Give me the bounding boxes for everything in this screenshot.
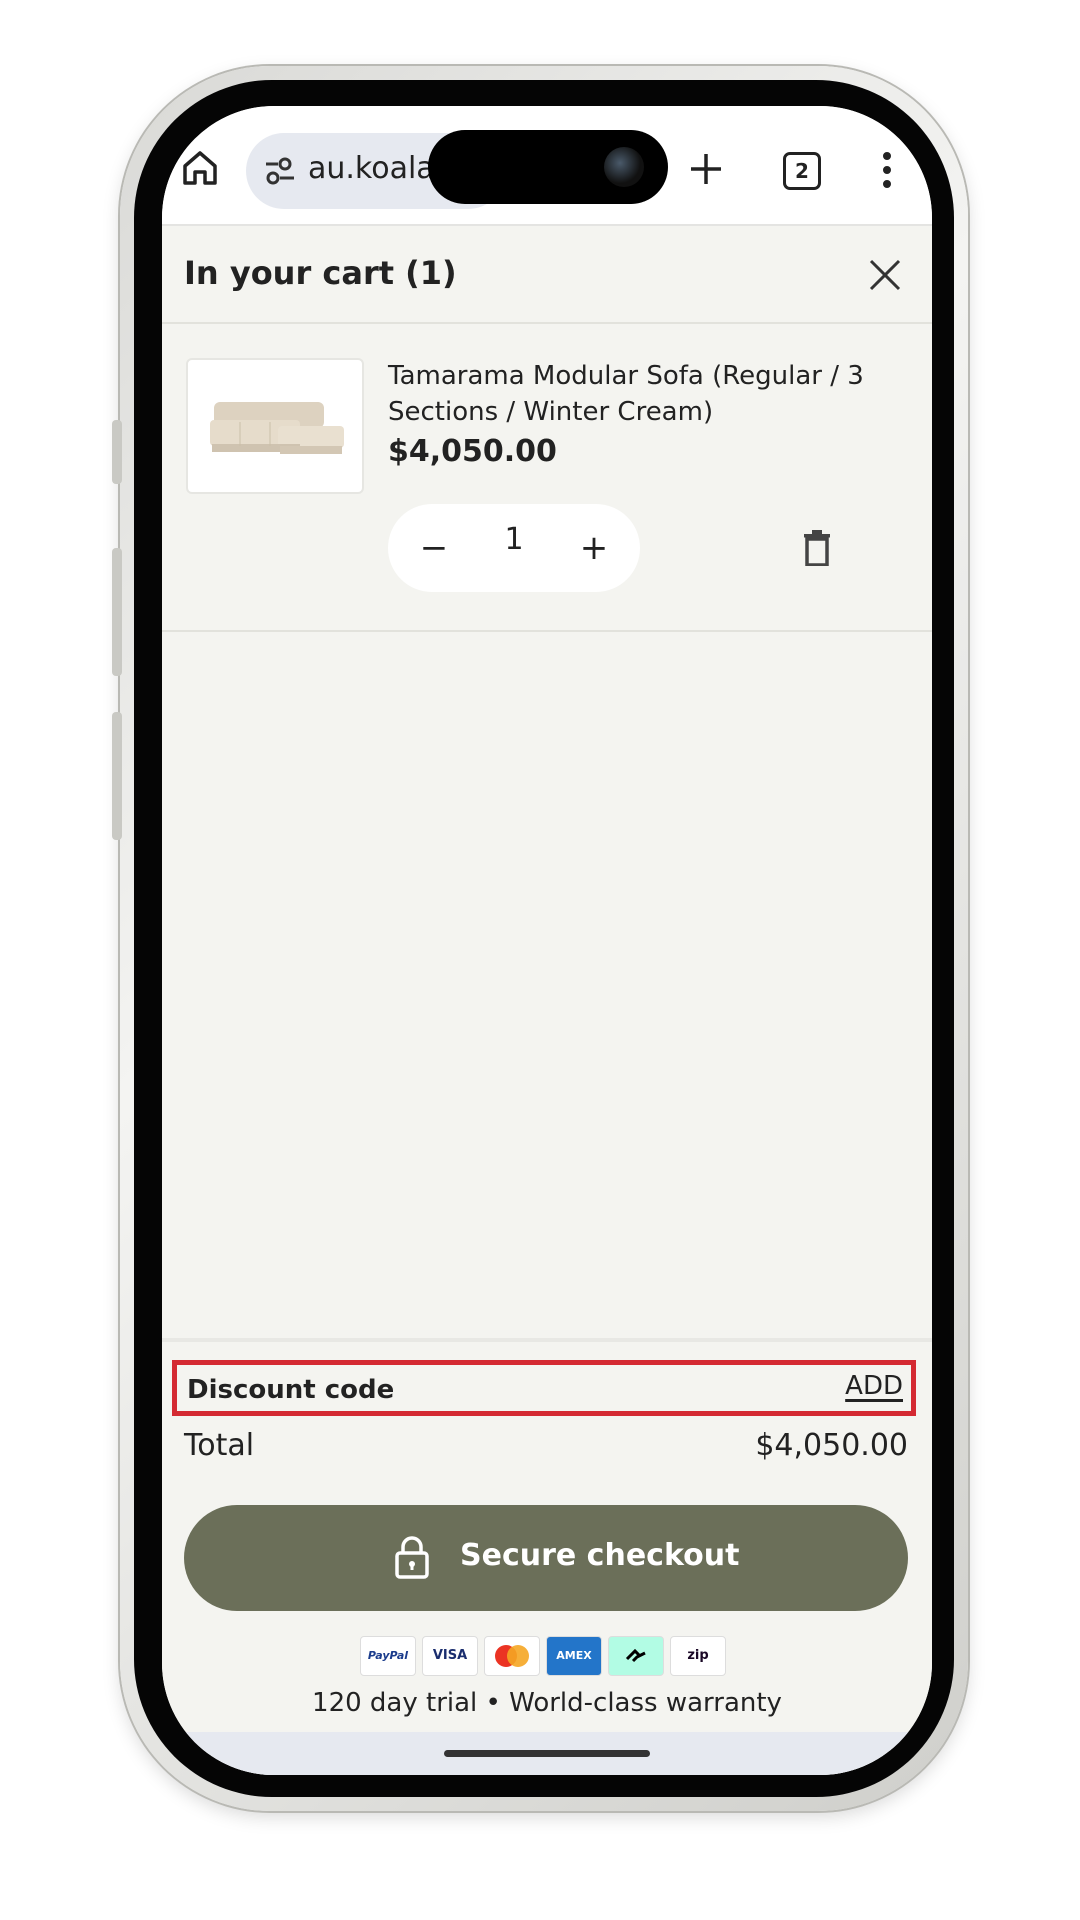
discount-code-label: Discount code [187,1375,395,1405]
product-name[interactable]: Tamarama Modular Sofa (Regular / 3 Secti… [388,358,888,430]
trial-warranty-text: 120 day trial • World-class warranty [312,1688,782,1718]
close-icon[interactable] [868,258,902,292]
site-settings-icon[interactable] [264,155,296,187]
mastercard-icon [484,1636,540,1676]
decrease-quantity-button[interactable]: − [412,526,456,570]
cart-header: In your cart (1) [162,226,932,324]
total-label: Total [184,1428,255,1463]
paypal-icon: PayPal [360,1636,416,1676]
product-image[interactable] [186,358,364,494]
secure-checkout-button[interactable]: Secure checkout [184,1505,908,1611]
amex-icon: AMEX [546,1636,602,1676]
afterpay-icon [608,1636,664,1676]
cart-footer: Discount code ADD Total $4,050.00 Secure… [162,1338,932,1775]
sofa-image [210,402,344,454]
total-value: $4,050.00 [755,1428,908,1463]
product-price: $4,050.00 [388,434,557,469]
checkout-label: Secure checkout [460,1538,740,1573]
phone-action-button [112,420,122,484]
trash-icon[interactable] [802,530,832,566]
more-vert-icon[interactable] [880,150,894,190]
dynamic-island [428,130,668,204]
quantity-value: 1 [504,522,524,557]
url-text: au.koala. [308,151,445,186]
tabs-icon[interactable]: 2 [783,152,821,190]
discount-code-row[interactable]: Discount code ADD [172,1360,916,1416]
home-indicator[interactable] [444,1750,650,1757]
visa-icon: VISA [422,1636,478,1676]
phone-screen: au.koala. 2 In your cart (1) Tamarama Mo… [162,106,932,1775]
plus-icon[interactable] [687,150,725,188]
home-icon[interactable] [180,148,220,188]
add-discount-link[interactable]: ADD [845,1371,903,1401]
cart-item: Tamarama Modular Sofa (Regular / 3 Secti… [162,324,932,632]
cart-title: In your cart (1) [184,254,457,292]
quantity-stepper: − 1 + [388,504,640,592]
increase-quantity-button[interactable]: + [572,526,616,570]
camera-icon [604,147,644,187]
lock-icon [395,1536,429,1579]
phone-volume-down-button [112,712,122,840]
phone-volume-up-button [112,548,122,676]
browser-toolbar: au.koala. 2 [162,106,932,226]
zip-icon: zip [670,1636,726,1676]
